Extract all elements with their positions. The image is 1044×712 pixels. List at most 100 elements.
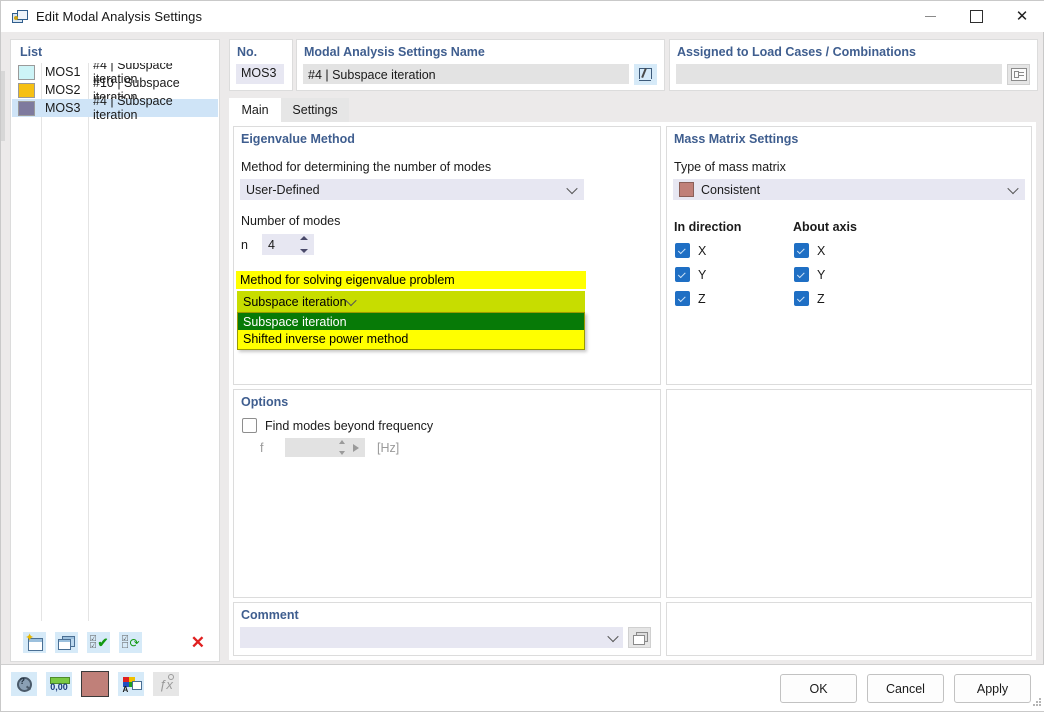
number-of-modes-stepper[interactable]: 4 (262, 234, 314, 255)
tab-bar: Main Settings (229, 98, 1036, 122)
frequency-stepper (285, 438, 365, 457)
title-bar: Edit Modal Analysis Settings ✕ (1, 1, 1044, 32)
copy-item-button[interactable] (55, 631, 78, 653)
options-group: Options Find modes beyond frequency f [H… (233, 389, 661, 598)
select-all-button[interactable]: ☑ ☑ ✔ (87, 631, 110, 653)
checkbox-about-axis-y[interactable]: Y (794, 267, 825, 282)
name-field-group: Modal Analysis Settings Name (296, 39, 665, 91)
frequency-unit-label: [Hz] (377, 441, 400, 455)
tab-content-main: Eigenvalue Method Method for determining… (229, 122, 1036, 660)
tab-main[interactable]: Main (229, 98, 281, 122)
list-panel-legend: List (20, 45, 43, 59)
method-modes-combo[interactable]: User-Defined (240, 179, 584, 200)
formula-button[interactable]: ƒx (153, 672, 179, 696)
edit-name-button[interactable] (634, 64, 657, 85)
checkbox-label: Y (698, 267, 707, 282)
number-of-modes-value: 4 (268, 237, 275, 252)
comment-picker-button[interactable] (628, 627, 651, 648)
list-column-color (12, 63, 42, 621)
options-legend: Options (241, 395, 289, 409)
solving-method-combo[interactable]: Subspace iteration (237, 291, 585, 312)
card-list-icon (1010, 68, 1027, 81)
in-direction-header: In direction (674, 220, 742, 234)
close-button[interactable]: ✕ (999, 1, 1044, 32)
stepper-play-icon (353, 443, 359, 452)
number-field-label: No. (237, 45, 258, 59)
list-grid[interactable]: MOS1 #4 | Subspace iteration MOS2 #10 | … (12, 63, 218, 621)
row-color-cell (12, 82, 41, 98)
stepper-down-icon[interactable] (300, 249, 308, 253)
checkbox-in-direction-x[interactable]: X (675, 243, 706, 258)
comment-legend: Comment (241, 608, 299, 622)
tab-settings[interactable]: Settings (281, 98, 349, 122)
assigned-picker-button[interactable] (1007, 64, 1030, 85)
dialog-bottom-bar: ? 0,00 A ƒx OK Cancel Apply (1, 664, 1044, 711)
frequency-symbol-label: f (260, 441, 264, 455)
copy-window-icon (58, 635, 75, 650)
chevron-down-icon (344, 294, 357, 306)
mass-matrix-type-value: Consistent (701, 182, 761, 197)
dropdown-option-shifted-inverse-power-method[interactable]: Shifted inverse power method (238, 330, 584, 347)
assigned-input[interactable] (676, 64, 1002, 84)
checkbox-about-axis-x[interactable]: X (794, 243, 825, 258)
checkbox-find-modes-beyond-frequency[interactable]: Find modes beyond frequency (242, 418, 433, 433)
list-column-code (41, 63, 89, 621)
ok-button[interactable]: OK (780, 674, 857, 703)
row-code: MOS1 (45, 65, 81, 79)
checkbox-label: Y (817, 267, 826, 282)
checkbox-check-icon: ☑ ☑ ✔ (89, 633, 109, 650)
invert-selection-button[interactable]: ☑ ☐ ⟳ (119, 631, 142, 653)
stack-icon (632, 631, 648, 645)
units-button[interactable]: 0,00 (46, 672, 72, 696)
resize-grip[interactable] (1032, 698, 1042, 708)
method-modes-label: Method for determining the number of mod… (241, 160, 492, 174)
new-window-icon: ✦ (25, 632, 43, 651)
checkbox-about-axis-z[interactable]: Z (794, 291, 825, 306)
n-symbol-label: n (241, 238, 248, 252)
new-item-button[interactable]: ✦ (23, 631, 46, 653)
display-properties-button[interactable]: A (118, 672, 144, 696)
minimize-button[interactable] (907, 1, 953, 32)
maximize-button[interactable] (953, 1, 999, 32)
in-direction-checkbox-group: X Y Z (675, 243, 706, 315)
checkbox-icon (794, 291, 809, 306)
magnifier-icon: ? (16, 676, 32, 692)
checkbox-label: X (698, 243, 707, 258)
number-field-group: No. MOS3 (229, 39, 293, 91)
color-swatch-button[interactable] (81, 671, 109, 697)
comment-combo[interactable] (240, 627, 623, 648)
info-search-button[interactable]: ? (11, 672, 37, 696)
left-scroll-indicator[interactable] (1, 71, 5, 141)
color-swatch (18, 82, 35, 98)
modal-analysis-icon (11, 9, 28, 25)
checkbox-icon (675, 267, 690, 282)
list-toolbar: ✦ ☑ ☑ ✔ ☑ ☐ ⟳ ✕ (11, 623, 219, 661)
checkbox-in-direction-z[interactable]: Z (675, 291, 706, 306)
solving-method-value: Subspace iteration (243, 294, 347, 309)
dropdown-option-subspace-iteration[interactable]: Subspace iteration (238, 313, 584, 330)
checkbox-icon (242, 418, 257, 433)
mass-matrix-type-label: Type of mass matrix (674, 160, 786, 174)
display-properties-icon: A (122, 676, 142, 694)
table-row[interactable]: MOS3 #4 | Subspace iteration (12, 94, 218, 122)
checkbox-in-direction-y[interactable]: Y (675, 267, 706, 282)
assigned-field-label: Assigned to Load Cases / Combinations (677, 45, 916, 59)
solving-method-dropdown[interactable]: Subspace iteration Shifted inverse power… (237, 312, 585, 350)
about-axis-header: About axis (793, 220, 857, 234)
number-field-value[interactable]: MOS3 (236, 64, 284, 84)
checkbox-icon (794, 243, 809, 258)
checkbox-icon (675, 291, 690, 306)
mass-matrix-type-combo[interactable]: Consistent (673, 179, 1025, 200)
stepper-arrows[interactable] (300, 236, 308, 253)
row-code: MOS3 (45, 101, 81, 115)
checkbox-icon (794, 267, 809, 282)
name-input[interactable] (303, 64, 629, 84)
method-modes-value: User-Defined (246, 182, 320, 197)
stepper-up-icon (339, 440, 345, 444)
stepper-up-icon[interactable] (300, 236, 308, 240)
apply-button[interactable]: Apply (954, 674, 1031, 703)
chevron-down-icon (1007, 182, 1019, 194)
cancel-button[interactable]: Cancel (867, 674, 944, 703)
delete-item-button[interactable]: ✕ (191, 634, 205, 651)
checkbox-icon (675, 243, 690, 258)
